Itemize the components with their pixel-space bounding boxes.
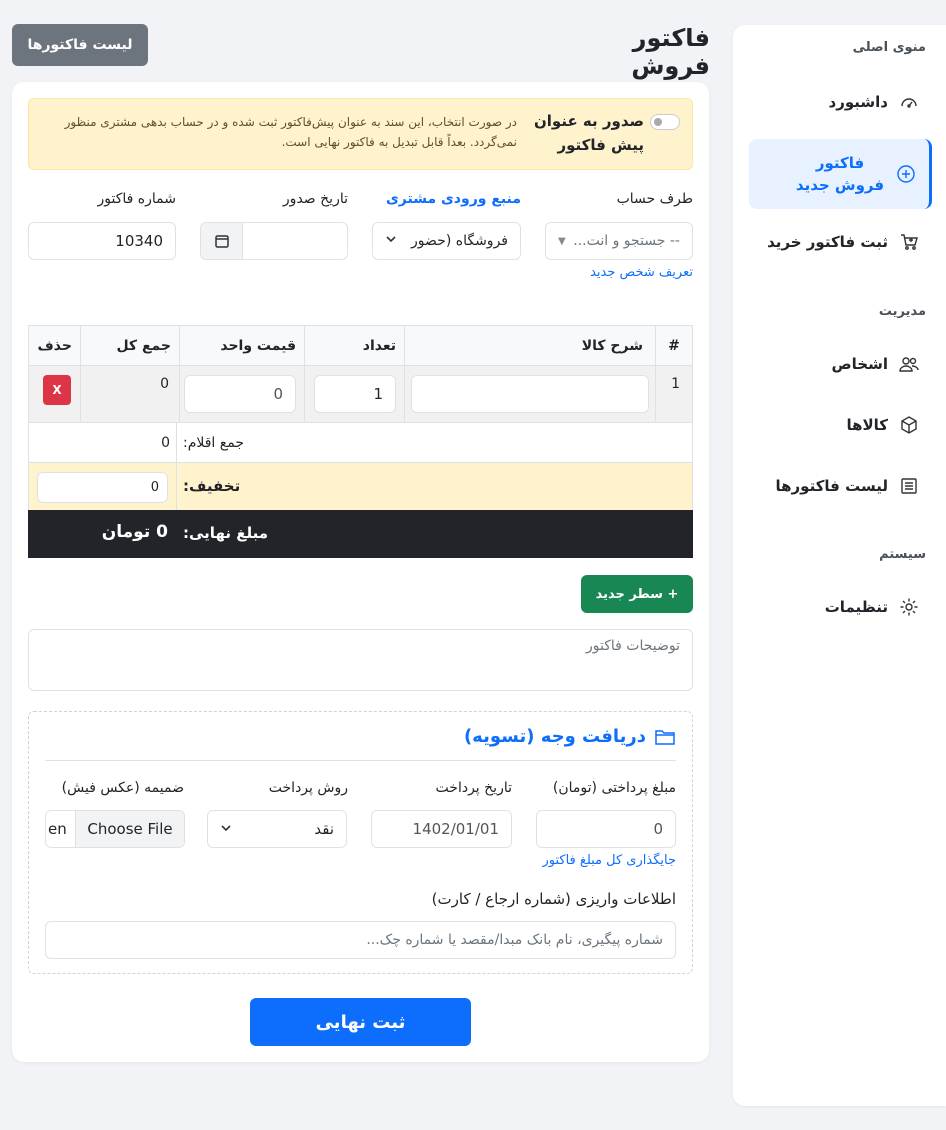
deposit-info-label: اطلاعات واریزی (شماره ارجاع / کارت) (431, 890, 676, 908)
account-select[interactable]: -- جستجو و انت... ▼ (545, 222, 693, 260)
chevron-down-icon (220, 820, 232, 838)
unit-price-input[interactable]: 0 (184, 375, 296, 413)
row-qty-cell: 1 (304, 365, 405, 423)
attachment-label: ضمیمه (عکس فیش) (61, 780, 184, 796)
final-value: 0 تومان (101, 522, 168, 542)
new-person-link[interactable]: تعریف شخص جدید (590, 265, 693, 280)
final-label: مبلغ نهایی: (183, 524, 268, 542)
payment-date-label: تاریخ پرداخت (435, 780, 512, 796)
sidebar-section-main: منوی اصلی (852, 40, 926, 55)
sum-value: 0 (28, 422, 177, 463)
payment-method-label: روش پرداخت (268, 780, 348, 796)
proforma-alert: صدور به عنوان پیش فاکتور در صورت انتخاب،… (28, 98, 693, 170)
choose-file-button[interactable]: Choose File (75, 811, 184, 847)
sidebar-item-label: فاکتور فروش جدید (795, 154, 885, 194)
items-table: # شرح کالا تعداد قیمت واحد جمع کل حذف 1 … (28, 325, 693, 558)
col-qty-header: تعداد (304, 325, 405, 366)
col-unit-price-header: قیمت واحد (179, 325, 305, 366)
sidebar-item-purchase-invoice[interactable]: ثبت فاکتور خرید (749, 210, 932, 274)
discount-cell: 0 (28, 462, 177, 511)
row-index: 1 (655, 365, 693, 423)
sidebar-item-settings[interactable]: تنظیمات (749, 575, 932, 639)
payment-section: دریافت وجه (تسویه) مبلغ پرداختی (تومان) … (28, 711, 693, 974)
payment-title: دریافت وجه (تسویه) (463, 726, 646, 747)
list-icon (898, 475, 920, 497)
sidebar-item-label: تنظیمات (824, 598, 888, 616)
people-icon (898, 353, 920, 375)
proforma-title: صدور به عنوان پیش فاکتور (533, 112, 644, 154)
sidebar: منوی اصلی داشبورد فاکتور فروش جدید ثبت ف… (733, 25, 946, 1106)
invoice-number-label: شماره فاکتور (97, 191, 176, 207)
attachment-status: en (48, 820, 67, 838)
discount-label-cell: تخفیف: (176, 462, 693, 511)
source-value: فروشگاه (حضور (411, 233, 508, 249)
gear-icon (898, 596, 920, 618)
deposit-info-input[interactable]: شماره پیگیری، نام بانک مبدا/مقصد یا شمار… (45, 921, 676, 959)
invoice-number-value: 10340 (115, 232, 163, 250)
sidebar-section-manage: مدیریت (878, 304, 926, 319)
sidebar-item-people[interactable]: اشخاص (749, 332, 932, 396)
payment-title-wrap: دریافت وجه (تسویه) (464, 726, 676, 747)
col-delete-header: حذف (28, 325, 81, 366)
sidebar-item-label: ثبت فاکتور خرید (767, 233, 888, 251)
row-desc-cell (404, 365, 656, 423)
box-icon (898, 414, 920, 436)
issue-date-input[interactable] (200, 222, 348, 260)
row-delete-cell: X (28, 365, 81, 423)
col-desc-header: شرح کالا (404, 325, 656, 366)
sidebar-item-products[interactable]: کالاها (749, 393, 932, 457)
source-select[interactable]: فروشگاه (حضور (372, 222, 521, 260)
discount-label: تخفیف: (183, 477, 241, 495)
sum-label: جمع اقلام: (183, 434, 244, 451)
source-label: منبع ورودی مشتری (385, 191, 521, 207)
plus-circle-icon (895, 163, 917, 185)
proforma-description: در صورت انتخاب، این سند به عنوان پیش‌فاک… (64, 115, 517, 149)
attachment-input[interactable]: en Choose File (45, 810, 185, 848)
desc-input[interactable] (411, 375, 649, 413)
payment-date-input[interactable]: 1402/01/01 (371, 810, 512, 848)
sidebar-item-label: لیست فاکتورها (775, 477, 889, 495)
discount-input[interactable]: 0 (37, 472, 168, 503)
payment-method-select[interactable]: نقد (207, 810, 347, 848)
fill-total-link[interactable]: جایگذاری کل مبلغ فاکتور (542, 853, 676, 868)
chevron-down-icon (385, 233, 397, 249)
amount-input[interactable]: 0 (536, 810, 676, 848)
account-placeholder: -- جستجو و انت... (573, 233, 680, 249)
sidebar-item-label: اشخاص (831, 355, 888, 373)
page-title: فاکتور فروش (631, 24, 710, 80)
add-row-button[interactable]: + سطر جدید (581, 575, 693, 613)
sidebar-item-dashboard[interactable]: داشبورد (749, 70, 932, 134)
sidebar-item-invoice-list[interactable]: لیست فاکتورها (749, 454, 932, 518)
row-unit-price-cell: 0 (179, 365, 305, 423)
sidebar-item-label: کالاها (846, 416, 888, 434)
row-total: 0 (80, 365, 180, 423)
folder-icon (654, 727, 676, 747)
notes-textarea[interactable]: توضیحات فاکتور (28, 629, 693, 691)
final-value-cell: 0 تومان (28, 510, 177, 558)
issue-date-label: تاریخ صدور (282, 191, 348, 207)
amount-label: مبلغ پرداختی (تومان) (552, 780, 676, 796)
qty-input[interactable]: 1 (314, 375, 396, 413)
cart-plus-icon (898, 231, 920, 253)
caret-down-icon: ▼ (558, 235, 566, 247)
payment-divider (45, 760, 676, 761)
sum-label-cell: جمع اقلام: (176, 422, 693, 463)
invoice-number-input[interactable]: 10340 (28, 222, 176, 260)
calendar-icon[interactable] (201, 223, 243, 259)
proforma-toggle[interactable] (650, 114, 680, 130)
sidebar-section-system: سیستم (879, 547, 926, 562)
col-total-header: جمع کل (80, 325, 180, 366)
payment-method-value: نقد (314, 820, 334, 838)
invoice-list-button[interactable]: لیست فاکتورها (12, 24, 148, 66)
sidebar-item-new-sale-invoice[interactable]: فاکتور فروش جدید (749, 139, 932, 209)
col-index-header: # (655, 325, 693, 366)
submit-button[interactable]: ثبت نهایی (250, 998, 471, 1046)
final-label-cell: مبلغ نهایی: (176, 510, 693, 558)
sidebar-item-label: داشبورد (828, 93, 888, 111)
delete-row-button[interactable]: X (43, 375, 71, 405)
account-label: طرف حساب (616, 191, 693, 207)
gauge-icon (898, 91, 920, 113)
